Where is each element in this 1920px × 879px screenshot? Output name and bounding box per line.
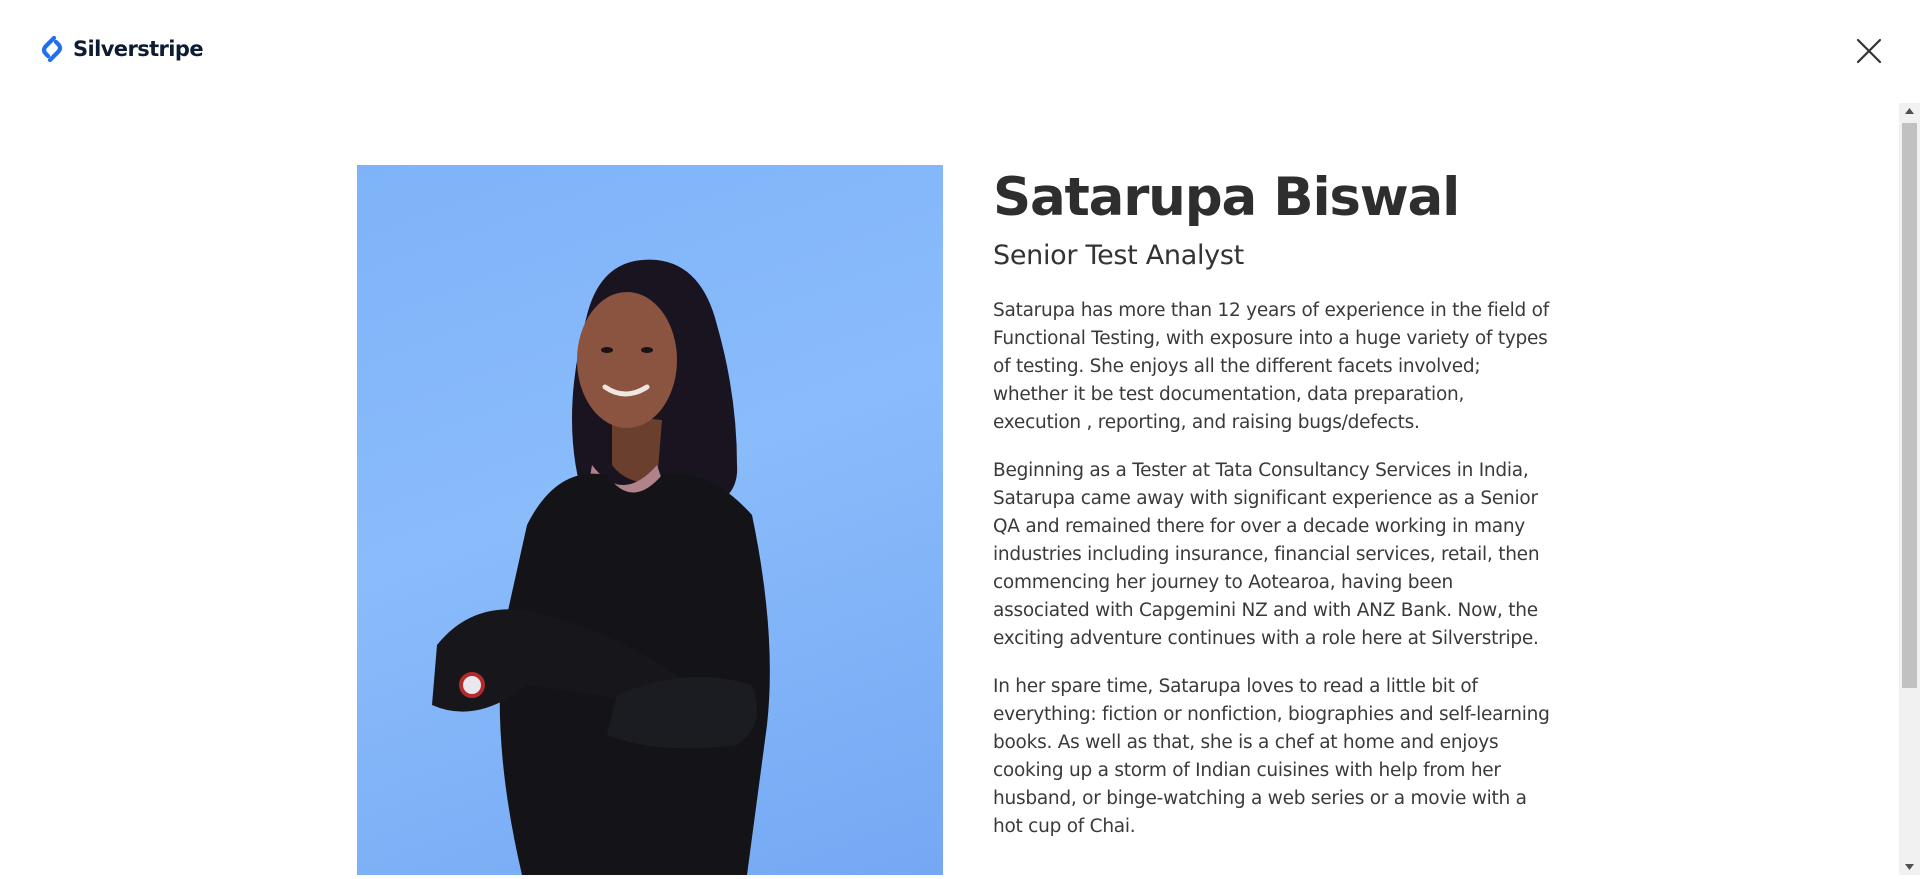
logo-text: Silverstripe — [73, 37, 204, 61]
profile-name: Satarupa Biswal — [993, 167, 1460, 228]
silverstripe-logo[interactable]: Silverstripe — [37, 33, 204, 65]
scroll-down-button[interactable] — [1899, 858, 1920, 875]
bio-paragraph: Beginning as a Tester at Tata Consultanc… — [993, 460, 1540, 649]
close-icon — [1856, 38, 1882, 64]
profile-bio: Satarupa has more than 12 years of exper… — [993, 297, 1553, 841]
modal-header: Silverstripe — [0, 0, 1920, 100]
scrollbar-thumb[interactable] — [1902, 123, 1917, 688]
vertical-scrollbar[interactable] — [1899, 103, 1920, 875]
bio-paragraph: In her spare time, Satarupa loves to rea… — [993, 676, 1550, 837]
bio-paragraph: Satarupa has more than 12 years of exper… — [993, 300, 1549, 433]
profile-photo — [357, 165, 943, 875]
profile-content: Satarupa Biswal Senior Test Analyst Sata… — [993, 163, 1553, 841]
close-button[interactable] — [1854, 36, 1884, 66]
profile-photo-illustration — [432, 259, 770, 875]
silverstripe-logo-icon — [41, 35, 63, 63]
scroll-up-arrow-icon — [1905, 108, 1914, 114]
scroll-down-arrow-icon — [1905, 864, 1914, 870]
profile-title: Senior Test Analyst — [993, 240, 1244, 271]
scroll-up-button[interactable] — [1899, 103, 1920, 120]
